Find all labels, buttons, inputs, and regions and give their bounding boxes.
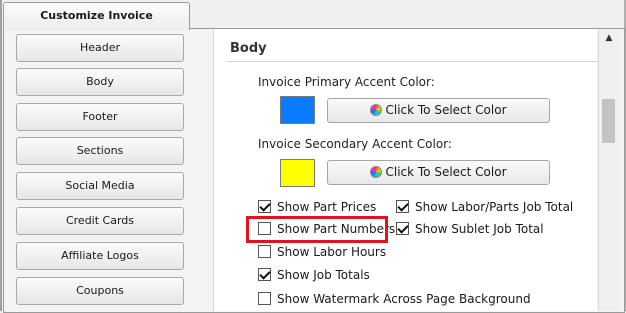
body-settings-panel: Body Invoice Primary Accent Color: Click… xyxy=(213,29,598,311)
scrollbar-thumb[interactable] xyxy=(602,99,615,143)
show-sublet-job-total-label: Show Sublet Job Total xyxy=(415,222,544,236)
show-part-numbers-checkbox[interactable] xyxy=(258,222,271,235)
tab-customize-invoice[interactable]: Customize Invoice xyxy=(3,2,190,30)
sidebar-item-affiliate-logos[interactable]: Affiliate Logos xyxy=(16,242,184,270)
show-labor-parts-job-total-checkbox[interactable] xyxy=(396,200,409,213)
window-left-edge xyxy=(0,0,2,311)
section-divider xyxy=(226,61,598,62)
sidebar-item-sections[interactable]: Sections xyxy=(16,137,184,165)
secondary-color-label: Invoice Secondary Accent Color: xyxy=(258,137,452,151)
scroll-up-arrow-icon[interactable]: ▲ xyxy=(602,31,616,45)
color-wheel-icon xyxy=(370,166,383,178)
show-watermark-label: Show Watermark Across Page Background xyxy=(277,292,531,306)
show-labor-hours-checkbox[interactable] xyxy=(258,245,271,258)
secondary-color-swatch xyxy=(280,159,315,187)
sidebar-item-credit-cards[interactable]: Credit Cards xyxy=(16,207,184,235)
vertical-scrollbar[interactable]: ▲ xyxy=(598,29,618,311)
show-watermark-checkbox[interactable] xyxy=(258,292,271,305)
sidebar-item-coupons[interactable]: Coupons xyxy=(16,277,184,305)
section-title: Body xyxy=(230,41,267,56)
color-wheel-icon xyxy=(370,104,383,116)
show-part-prices-label: Show Part Prices xyxy=(277,200,377,214)
show-labor-parts-job-total-label: Show Labor/Parts Job Total xyxy=(415,200,574,214)
show-part-prices-checkbox[interactable] xyxy=(258,200,271,213)
select-color-button-label: Click To Select Color xyxy=(385,165,507,179)
select-color-button-label: Click To Select Color xyxy=(385,103,507,117)
select-secondary-color-button[interactable]: Click To Select Color xyxy=(327,160,550,185)
show-labor-hours-label: Show Labor Hours xyxy=(277,245,387,259)
show-part-numbers-label: Show Part Numbers xyxy=(277,222,396,236)
sidebar-item-footer[interactable]: Footer xyxy=(16,103,184,131)
sidebar-item-body[interactable]: Body xyxy=(16,68,184,96)
sidebar-item-social-media[interactable]: Social Media xyxy=(16,172,184,200)
primary-color-label: Invoice Primary Accent Color: xyxy=(258,75,435,89)
sidebar: Header Body Footer Sections Social Media… xyxy=(10,30,190,311)
show-sublet-job-total-checkbox[interactable] xyxy=(396,222,409,235)
show-job-totals-label: Show Job Totals xyxy=(277,268,370,282)
sidebar-item-header[interactable]: Header xyxy=(16,34,184,62)
primary-color-swatch xyxy=(280,96,315,124)
show-job-totals-checkbox[interactable] xyxy=(258,268,271,281)
select-primary-color-button[interactable]: Click To Select Color xyxy=(327,98,550,123)
